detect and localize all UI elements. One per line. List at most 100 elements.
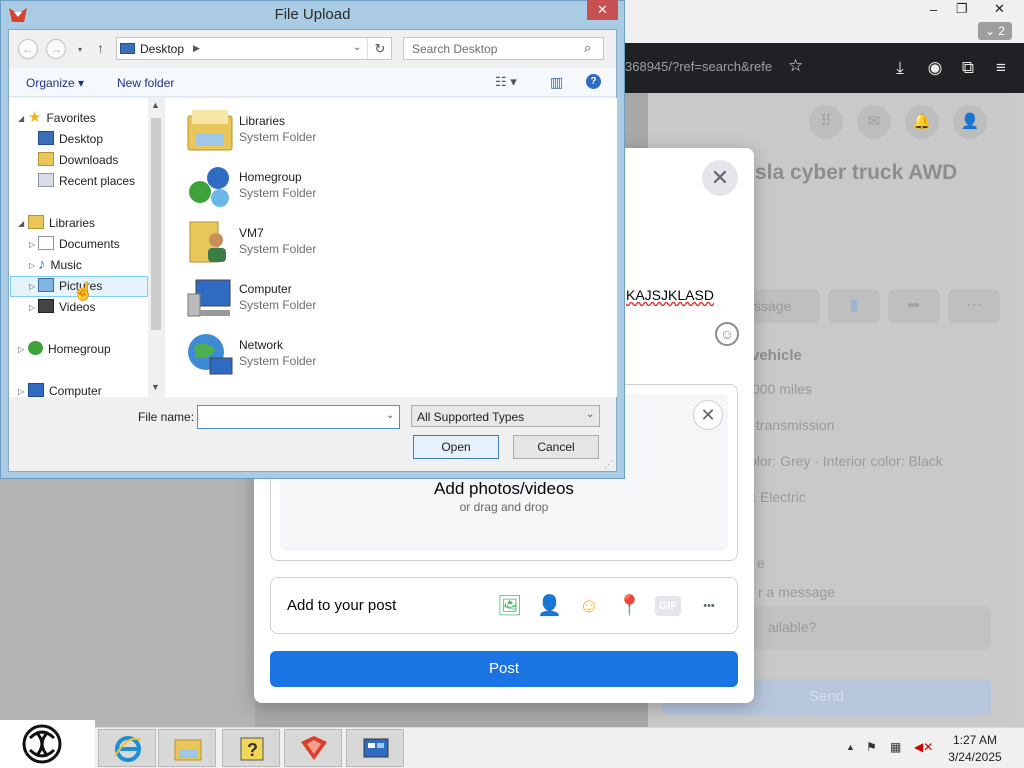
colors-text: olor: Grey · Interior color: Black [749, 453, 943, 469]
resize-grip-icon[interactable]: ⋰ [604, 459, 613, 470]
seller-text: e [757, 555, 765, 571]
forward-button[interactable]: → [46, 39, 66, 59]
menu-icon[interactable]: ≡ [988, 55, 1014, 81]
tab-count-badge[interactable]: ⌄ 2 [978, 22, 1012, 40]
emoji-icon[interactable]: ☺ [715, 322, 739, 346]
page-scrollbar[interactable] [1010, 93, 1024, 727]
new-folder-button[interactable]: New folder [117, 76, 174, 90]
dialog-close-button[interactable]: ✕ [587, 0, 618, 20]
expand-music-icon[interactable]: ▷ [29, 261, 35, 270]
folder-icon [174, 739, 202, 761]
address-bar-text[interactable]: 368945/?ref=search&refe [625, 59, 772, 74]
window-controls: – ❐ ✕ [918, 0, 1024, 22]
file-item-vm7[interactable]: VM7 System Folder [186, 218, 486, 266]
listing-title: sla cyber truck AWD [755, 161, 958, 184]
tag-people-icon[interactable]: 👤 [537, 594, 562, 618]
modal-close-button[interactable]: ✕ [702, 160, 738, 196]
help-icon[interactable]: ? [586, 74, 601, 89]
search-field[interactable]: Search Desktop ⌕ [403, 37, 604, 60]
profile-avatar[interactable]: 👤 [953, 105, 987, 139]
expand-favorites-icon[interactable]: ◢ [18, 114, 24, 123]
nav-computer[interactable]: Computer [28, 381, 102, 401]
nav-libraries[interactable]: Libraries [28, 213, 95, 233]
messenger-icon[interactable]: ✉ [857, 105, 891, 139]
star-icon: ★ [28, 109, 42, 126]
action-center-flag-icon[interactable]: ⚑ [866, 740, 877, 754]
desktop-icon [38, 131, 54, 145]
more-icon[interactable]: ••• [697, 594, 721, 618]
taskbar-help[interactable]: ? [222, 729, 280, 767]
bookmark-star-icon[interactable]: ☆ [788, 56, 803, 76]
scroll-up-icon[interactable]: ▲ [151, 100, 160, 110]
file-name-input[interactable]: ⌄ [197, 405, 400, 429]
location-icon[interactable]: 📍 [617, 594, 642, 618]
breadcrumb-chevron-icon[interactable]: ▶ [193, 43, 200, 54]
post-button[interactable]: Post [270, 651, 738, 687]
file-item-homegroup[interactable]: Homegroup System Folder [186, 162, 486, 210]
clock-date[interactable]: 3/24/2025 [940, 750, 1010, 764]
taskbar-file-explorer[interactable] [158, 729, 216, 767]
network-tray-icon[interactable]: ▦ [890, 740, 901, 754]
up-button[interactable]: ↑ [97, 40, 104, 56]
clock-time[interactable]: 1:27 AM [940, 733, 1010, 747]
expand-homegroup-icon[interactable]: ▷ [18, 345, 24, 354]
address-dropdown-icon[interactable]: ⌄ [353, 42, 361, 53]
feeling-icon[interactable]: ☺ [577, 594, 601, 618]
file-item-network[interactable]: Network System Folder [186, 330, 486, 378]
nav-homegroup[interactable]: Homegroup [28, 339, 111, 359]
expand-videos-icon[interactable]: ▷ [29, 303, 35, 312]
window-close-button[interactable]: ✕ [994, 1, 1005, 17]
minimize-button[interactable]: – [930, 2, 937, 17]
share-button[interactable]: ➦ [888, 289, 940, 323]
open-button[interactable]: Open [413, 435, 499, 459]
volume-muted-icon[interactable]: ◀✕ [914, 740, 933, 754]
address-field[interactable]: Desktop ▶ ⌄ ↻ [116, 37, 392, 60]
expand-computer-icon[interactable]: ▷ [18, 387, 24, 396]
photo-video-icon[interactable]: 🖼 [497, 594, 522, 618]
refresh-icon[interactable]: ↻ [367, 38, 392, 59]
view-options-icon[interactable]: ☷ ▾ [495, 74, 517, 90]
tray-overflow-icon[interactable]: ▲ [846, 742, 855, 752]
taskbar-browser[interactable] [284, 729, 342, 767]
file-type-dropdown-icon[interactable]: ⌄ [586, 409, 594, 420]
organize-menu[interactable]: Organize ▾ [26, 76, 84, 90]
cancel-button[interactable]: Cancel [513, 435, 599, 459]
post-text[interactable]: KAJSJKLASD [626, 287, 714, 303]
file-name-label: File name: [138, 410, 195, 424]
taskbar-control-panel[interactable] [346, 729, 404, 767]
back-button[interactable]: ← [18, 39, 38, 59]
downloads-folder-icon [38, 152, 54, 166]
download-icon[interactable]: ⤓ [887, 55, 913, 81]
nav-favorites[interactable]: ★ Favorites [28, 108, 96, 128]
taskbar-ie[interactable] [98, 729, 156, 767]
expand-pictures-icon[interactable]: ▷ [29, 282, 35, 291]
upload-close-button[interactable]: ✕ [693, 400, 723, 430]
extensions-icon[interactable]: ⧉ [955, 55, 981, 81]
nav-downloads[interactable]: Downloads [38, 150, 118, 170]
nav-documents[interactable]: Documents [38, 234, 120, 254]
scroll-down-icon[interactable]: ▼ [151, 382, 160, 392]
account-icon[interactable]: ◉ [922, 55, 948, 81]
address-text: Desktop [140, 42, 185, 56]
file-name-dropdown-icon[interactable]: ⌄ [386, 410, 394, 421]
user-folder-icon [189, 221, 226, 263]
file-item-computer[interactable]: Computer System Folder [186, 274, 486, 322]
apps-grid-icon[interactable]: ⠿ [809, 105, 843, 139]
start-logo-icon[interactable] [20, 722, 64, 766]
recent-dropdown-icon[interactable]: ▾ [78, 45, 82, 54]
preview-pane-icon[interactable]: ▥ [550, 74, 563, 91]
restore-button[interactable]: ❐ [956, 1, 968, 17]
notifications-icon[interactable]: 🔔 [905, 105, 939, 139]
nav-desktop[interactable]: Desktop [38, 129, 103, 149]
file-item-libraries[interactable]: Libraries System Folder [186, 106, 486, 154]
save-bookmark-button[interactable]: ▮ [828, 289, 880, 323]
gif-icon[interactable]: GIF [655, 596, 681, 616]
expand-documents-icon[interactable]: ▷ [29, 240, 35, 249]
expand-libraries-icon[interactable]: ◢ [18, 219, 24, 228]
nav-scrollbar-thumb[interactable] [151, 118, 161, 330]
nav-music[interactable]: ♪ Music [38, 255, 82, 275]
search-icon[interactable]: ⌕ [584, 40, 591, 56]
more-options-button[interactable]: ⋯ [948, 289, 1000, 323]
file-type-select[interactable]: All Supported Types ⌄ [411, 405, 600, 427]
nav-recent-places[interactable]: Recent places [38, 171, 135, 191]
